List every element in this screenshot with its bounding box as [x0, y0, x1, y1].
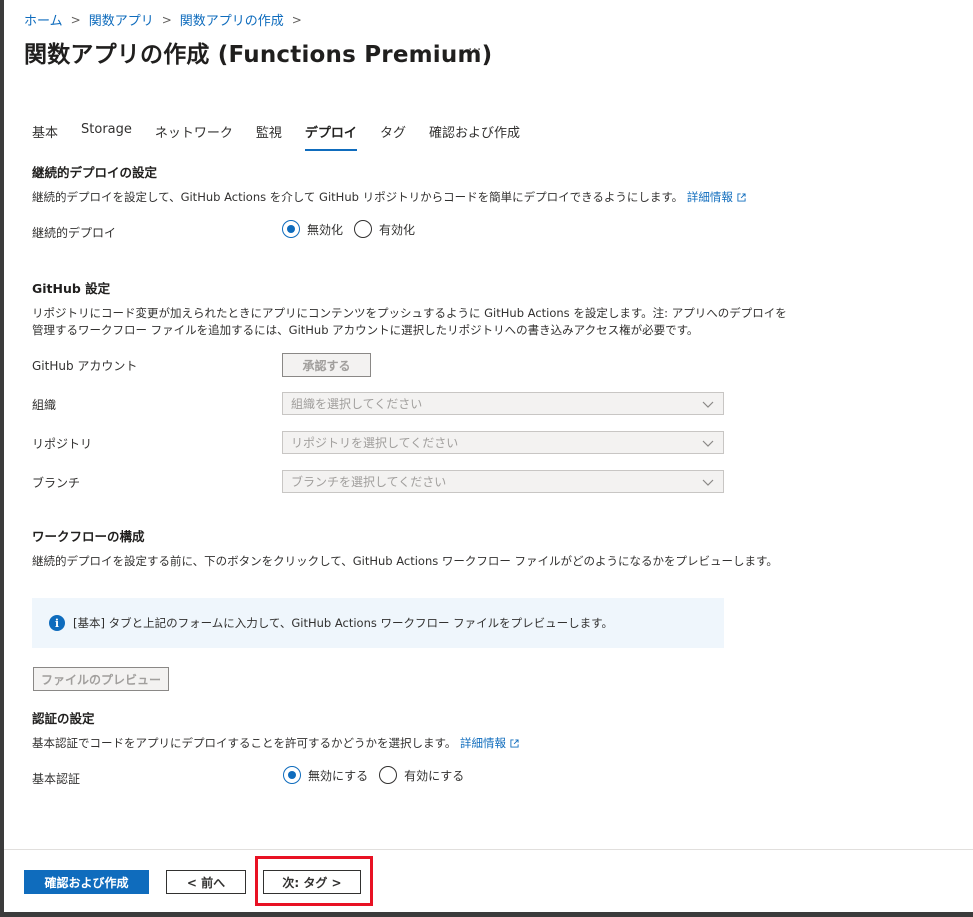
chevron-down-icon [702, 401, 714, 408]
external-link-icon [510, 739, 519, 748]
tab-monitoring[interactable]: 監視 [256, 122, 282, 151]
branch-select-placeholder: ブランチを選択してください [291, 475, 447, 489]
cd-description: 継続的デプロイを設定して、GitHub Actions を介して GitHub … [32, 189, 746, 206]
github-desc-line1: リポジトリにコード変更が加えられたときにアプリにコンテンツをプッシュするように … [32, 306, 787, 320]
cd-label: 継続的デプロイ [32, 226, 117, 240]
org-select-placeholder: 組織を選択してください [291, 397, 423, 411]
workflow-info-text: [基本] タブと上記のフォームに入力して、GitHub Actions ワークフ… [73, 616, 614, 630]
breadcrumb-create-function-app[interactable]: 関数アプリの作成 [180, 10, 284, 29]
info-icon: i [49, 615, 65, 631]
tab-networking[interactable]: ネットワーク [155, 122, 233, 151]
workflow-heading: ワークフローの構成 [32, 529, 145, 544]
window-frame-bottom [0, 912, 973, 917]
tab-basics[interactable]: 基本 [32, 122, 58, 151]
cd-learn-more-text: 詳細情報 [686, 190, 733, 204]
more-options-icon[interactable]: ··· [468, 42, 481, 58]
cd-heading: 継続的デプロイの設定 [32, 165, 158, 180]
preview-file-button[interactable]: ファイルのプレビュー [33, 667, 169, 691]
basic-auth-enable-label[interactable]: 有効にする [404, 767, 464, 784]
repo-select[interactable]: リポジトリを選択してください [282, 431, 724, 454]
authorize-button[interactable]: 承認する [282, 353, 371, 377]
chevron-right-icon: > [291, 12, 302, 27]
cd-learn-more-link[interactable]: 詳細情報 [687, 190, 746, 204]
window-frame-left [0, 0, 4, 917]
previous-button[interactable]: < 前へ [166, 870, 246, 894]
breadcrumb-function-apps[interactable]: 関数アプリ [89, 10, 154, 29]
chevron-down-icon [702, 479, 714, 486]
breadcrumb-home[interactable]: ホーム [24, 10, 63, 29]
page-title: 関数アプリの作成 (Functions Premium) [24, 42, 493, 68]
basic-auth-label: 基本認証 [32, 772, 81, 786]
org-label: 組織 [32, 398, 57, 412]
cd-description-text: 継続的デプロイを設定して、GitHub Actions を介して GitHub … [32, 190, 684, 204]
chevron-down-icon [702, 440, 714, 447]
footer-divider [4, 849, 973, 850]
basic-auth-disable-radio[interactable] [283, 766, 301, 784]
repo-label: リポジトリ [32, 437, 93, 451]
basic-auth-enable-radio[interactable] [379, 766, 398, 784]
tab-storage[interactable]: Storage [81, 122, 132, 151]
auth-learn-more-text: 詳細情報 [460, 736, 507, 750]
chevron-right-icon: > [161, 12, 172, 27]
tab-deployment[interactable]: デプロイ [304, 122, 357, 151]
cd-disable-label[interactable]: 無効化 [307, 221, 343, 238]
cd-radio-group: 無効化 有効化 [282, 220, 426, 238]
github-account-label: GitHub アカウント [32, 359, 138, 373]
cd-disable-radio[interactable] [282, 220, 300, 238]
cd-enable-label[interactable]: 有効化 [379, 221, 415, 238]
tab-bar: 基本 Storage ネットワーク 監視 デプロイ タグ 確認および作成 [32, 122, 543, 151]
github-heading: GitHub 設定 [32, 281, 111, 296]
auth-heading: 認証の設定 [32, 711, 95, 726]
branch-select[interactable]: ブランチを選択してください [282, 470, 724, 493]
org-select[interactable]: 組織を選択してください [282, 392, 724, 415]
branch-label: ブランチ [32, 476, 81, 490]
review-create-button[interactable]: 確認および作成 [24, 870, 149, 894]
breadcrumb: ホーム > 関数アプリ > 関数アプリの作成 > [24, 10, 310, 30]
basic-auth-disable-label[interactable]: 無効にする [308, 767, 368, 784]
workflow-info-bar: i [基本] タブと上記のフォームに入力して、GitHub Actions ワー… [32, 598, 724, 648]
tab-tags[interactable]: タグ [380, 122, 406, 151]
next-button-highlight [255, 856, 373, 906]
external-link-icon [737, 193, 746, 202]
auth-learn-more-link[interactable]: 詳細情報 [460, 736, 519, 750]
tab-review-create[interactable]: 確認および作成 [429, 122, 520, 151]
chevron-right-icon: > [70, 12, 81, 27]
cd-enable-radio[interactable] [354, 220, 373, 238]
github-desc-line2: 管理するワークフロー ファイルを追加するには、GitHub アカウントに選択した… [32, 323, 699, 337]
repo-select-placeholder: リポジトリを選択してください [291, 436, 459, 450]
basic-auth-radio-group: 無効にする 有効にする [283, 766, 475, 784]
auth-description-text: 基本認証でコードをアプリにデプロイすることを許可するかどうかを選択します。 [32, 736, 457, 750]
auth-description: 基本認証でコードをアプリにデプロイすることを許可するかどうかを選択します。 詳細… [32, 735, 519, 752]
workflow-description: 継続的デプロイを設定する前に、下のボタンをクリックして、GitHub Actio… [32, 554, 778, 568]
